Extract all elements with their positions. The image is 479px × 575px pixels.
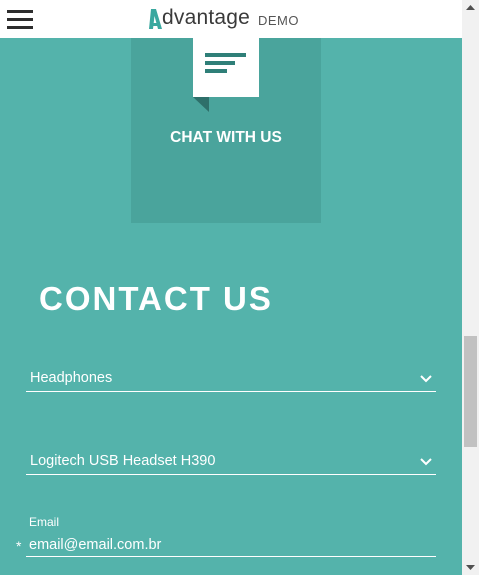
email-label: Email — [29, 515, 60, 529]
chat-bubble-icon — [193, 38, 259, 112]
logo-demo-suffix: DEMO — [258, 13, 299, 28]
contact-us-heading: CONTACT US — [39, 280, 273, 317]
logo-a-mark-icon — [149, 9, 162, 29]
logo-word: dvantage — [162, 6, 251, 29]
product-select[interactable]: Logitech USB Headset H390 — [26, 451, 436, 475]
chat-with-us-label: CHAT WITH US — [170, 129, 282, 146]
required-asterisk: * — [16, 538, 22, 554]
scrollbar-thumb[interactable] — [464, 336, 477, 447]
category-select[interactable]: Headphones — [26, 368, 436, 392]
scroll-up-arrow-icon[interactable] — [462, 0, 479, 17]
chevron-down-icon — [420, 375, 432, 383]
email-field[interactable] — [26, 533, 436, 557]
chat-with-us-card[interactable]: CHAT WITH US — [131, 38, 321, 223]
top-header: dvantage DEMO — [0, 0, 462, 38]
category-select-value: Headphones — [30, 370, 113, 386]
hamburger-icon[interactable] — [7, 10, 33, 30]
chevron-down-icon — [420, 458, 432, 466]
vertical-scrollbar[interactable] — [462, 0, 479, 575]
scroll-down-arrow-icon[interactable] — [462, 558, 479, 575]
product-select-value: Logitech USB Headset H390 — [30, 453, 216, 469]
